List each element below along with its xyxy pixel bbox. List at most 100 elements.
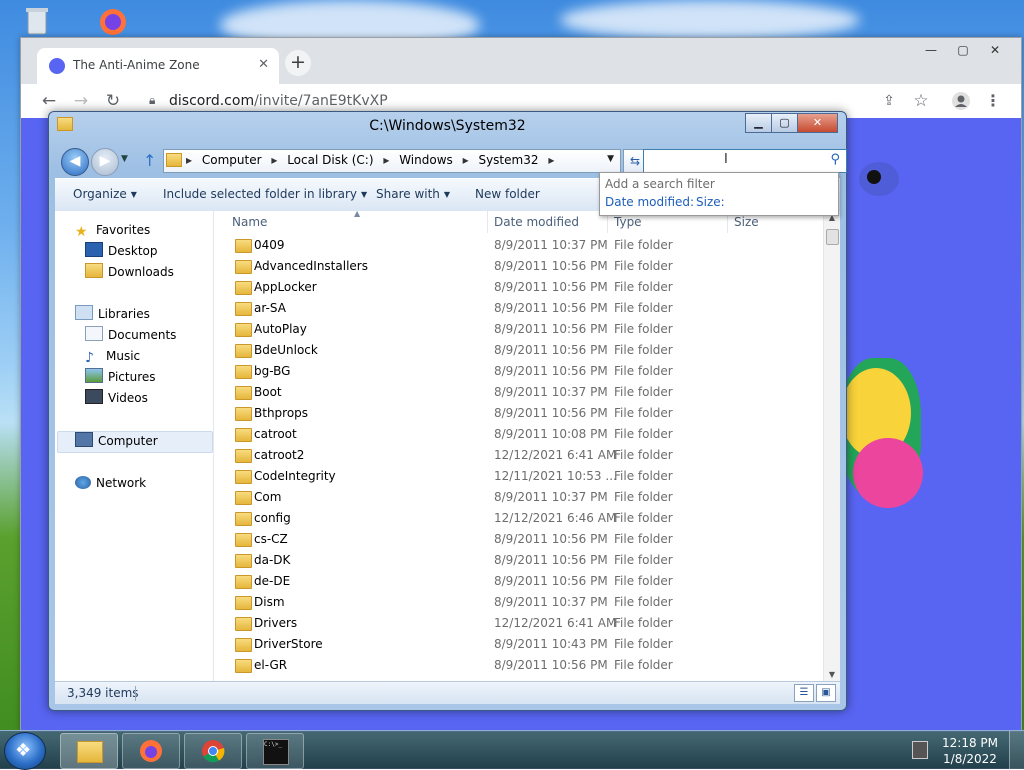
file-row[interactable]: catroot2 12/12/2021 6:41 AM File folder [215,445,824,466]
file-row[interactable]: el-GR 8/9/2011 10:56 PM File folder [215,655,824,676]
file-row[interactable]: CodeIntegrity 12/11/2021 10:53 ... File fo… [215,466,824,487]
file-name: AdvancedInstallers [254,259,368,273]
file-row[interactable]: AutoPlay 8/9/2011 10:56 PM File folder [215,319,824,340]
file-type: File folder [614,595,673,609]
file-row[interactable]: Dism 8/9/2011 10:37 PM File folder [215,592,824,613]
bookmark-star-icon[interactable]: ☆ [909,89,933,113]
file-row[interactable]: Bthprops 8/9/2011 10:56 PM File folder [215,403,824,424]
file-row[interactable]: BdeUnlock 8/9/2011 10:56 PM File folder [215,340,824,361]
organize-label: Organize [73,187,127,201]
column-date-modified[interactable]: Date modified [494,215,579,229]
file-row[interactable]: de-DE 8/9/2011 10:56 PM File folder [215,571,824,592]
browser-close-button[interactable]: ✕ [981,40,1009,60]
file-row[interactable]: cs-CZ 8/9/2011 10:56 PM File folder [215,529,824,550]
filter-size[interactable]: Size: [696,195,725,209]
file-row[interactable]: DriverStore 8/9/2011 10:43 PM File folder [215,634,824,655]
address-bar[interactable]: ▸ Computer ▸ Local Disk (C:) ▸ Windows ▸… [163,149,621,173]
browser-maximize-button[interactable]: ▢ [949,40,977,60]
share-with-button[interactable]: Share with ▼ [376,187,450,201]
reload-icon[interactable]: ↻ [101,89,125,113]
file-type: File folder [614,280,673,294]
nav-computer[interactable]: Computer [75,431,158,451]
breadcrumb-windows[interactable]: Windows [399,153,453,167]
breadcrumb-system32[interactable]: System32 [478,153,538,167]
nav-libraries[interactable]: Libraries [75,304,150,324]
dropdown-arrow-icon: ▼ [360,190,368,199]
taskbar-firefox[interactable] [122,733,180,769]
file-row[interactable]: Com 8/9/2011 10:37 PM File folder [215,487,824,508]
column-name[interactable]: Name [232,215,267,229]
search-icon[interactable]: ⚲ [830,152,840,167]
file-row[interactable]: ar-SA 8/9/2011 10:56 PM File folder [215,298,824,319]
taskbar-chrome[interactable] [184,733,242,769]
new-tab-button[interactable]: + [285,50,311,76]
tab-close-icon[interactable]: ✕ [258,57,269,72]
forward-icon[interactable]: ▶ [91,148,119,176]
file-name: BdeUnlock [254,343,318,357]
file-row[interactable]: AppLocker 8/9/2011 10:56 PM File folder [215,277,824,298]
breadcrumb-local-disk[interactable]: Local Disk (C:) [287,153,373,167]
back-icon[interactable]: ◀ [61,148,89,176]
taskbar-cmd[interactable]: C:\>_ [246,733,304,769]
back-arrow-icon[interactable]: ← [37,89,61,113]
file-date: 12/12/2021 6:41 AM [494,448,617,462]
vertical-scrollbar[interactable]: ▲ ▼ [823,211,840,681]
column-size[interactable]: Size [734,215,759,229]
file-type: File folder [614,616,673,630]
clock-time: 12:18 PM [942,736,998,750]
include-in-library-button[interactable]: Include selected folder in library ▼ [163,187,367,201]
file-date: 8/9/2011 10:37 PM [494,595,608,609]
recent-pages-chevron-icon[interactable]: ▼ [121,154,128,164]
large-icons-view-icon[interactable]: ▣ [816,684,836,702]
file-row[interactable]: AdvancedInstallers 8/9/2011 10:56 PM File … [215,256,824,277]
show-desktop-button[interactable] [1009,731,1024,769]
browser-tab[interactable]: The Anti-Anime Zone ✕ [37,48,279,84]
system-clock[interactable]: 12:18 PM 1/8/2022 [942,735,998,767]
column-type[interactable]: Type [614,215,642,229]
details-view-icon[interactable]: ☰ [794,684,814,702]
firefox-desktop-icon[interactable] [96,4,130,38]
nav-favorites[interactable]: ★ Favorites [75,220,150,240]
up-arrow-icon[interactable]: ↑ [143,151,156,170]
recycle-bin-icon[interactable] [20,4,54,38]
nav-desktop[interactable]: Desktop [85,241,158,261]
search-input[interactable]: I ⚲ [643,149,847,173]
close-button[interactable]: ✕ [797,113,838,133]
browser-minimize-button[interactable]: — [917,40,945,60]
file-row[interactable]: 0409 8/9/2011 10:37 PM File folder [215,235,824,256]
filter-date-modified[interactable]: Date modified: [605,195,694,209]
desktop-icon [85,242,103,257]
computer-icon [75,432,93,447]
profile-avatar-icon[interactable] [949,89,973,113]
file-row[interactable]: da-DK 8/9/2011 10:56 PM File folder [215,550,824,571]
file-row[interactable]: config 12/12/2021 6:46 AM File folder [215,508,824,529]
nav-videos[interactable]: Videos [85,388,148,408]
organize-button[interactable]: Organize ▼ [73,187,137,201]
new-folder-button[interactable]: New folder [475,187,540,201]
address-dropdown-icon[interactable]: ▼ [607,154,614,164]
network-tray-icon[interactable] [912,741,928,759]
file-name: cs-CZ [254,532,288,546]
taskbar-explorer[interactable] [60,733,118,769]
minimize-button[interactable]: ▁ [745,113,772,133]
file-row[interactable]: Drivers 12/12/2021 6:41 AM File folder [215,613,824,634]
nav-downloads[interactable]: Downloads [85,262,174,282]
file-row[interactable]: catroot 8/9/2011 10:08 PM File folder [215,424,824,445]
nav-documents[interactable]: Documents [85,325,176,345]
nav-pictures[interactable]: Pictures [85,367,156,387]
file-name: AutoPlay [254,322,307,336]
file-row[interactable]: Boot 8/9/2011 10:37 PM File folder [215,382,824,403]
start-button[interactable]: ❖ [4,732,46,770]
library-icon [75,305,93,320]
share-icon[interactable]: ⇪ [877,89,901,113]
menu-kebab-icon[interactable]: ⋮ [981,89,1005,113]
maximize-button[interactable]: ▢ [771,113,798,133]
scroll-thumb[interactable] [826,229,839,245]
tab-title: The Anti-Anime Zone [73,58,200,72]
file-row[interactable]: bg-BG 8/9/2011 10:56 PM File folder [215,361,824,382]
scroll-down-icon[interactable]: ▼ [824,670,840,679]
breadcrumb-computer[interactable]: Computer [202,153,262,167]
nav-network[interactable]: Network [75,473,146,493]
forward-arrow-icon[interactable]: → [69,89,93,113]
nav-music[interactable]: ♪ Music [85,346,140,366]
